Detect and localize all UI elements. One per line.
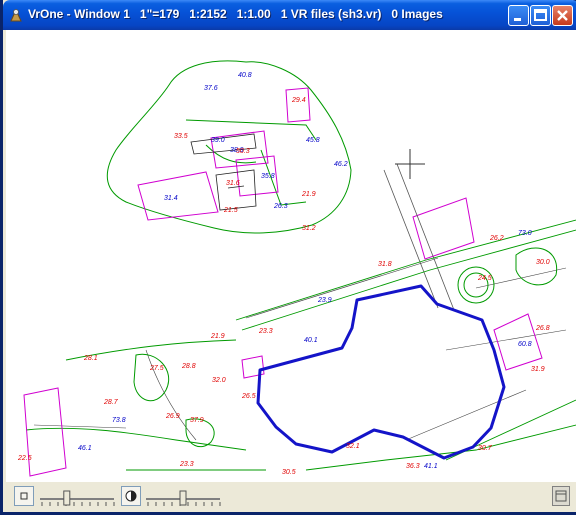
spot-height-label: 21.9 [301, 191, 316, 198]
spot-height-label: 30.5 [282, 469, 296, 476]
spot-height-label: 45.8 [306, 137, 320, 144]
spot-height-label: 28.1 [83, 355, 98, 362]
spot-height-label: 73.0 [518, 230, 532, 237]
title-bar[interactable]: VrOne - Window 1 1"=179 1:2152 1:1.00 1 … [3, 0, 576, 30]
point-mode-icon [20, 492, 28, 500]
spot-height-label: 31.9 [531, 366, 545, 373]
selected-boundary[interactable] [256, 284, 506, 460]
spot-height-label: 36.3 [406, 463, 420, 470]
minimize-button[interactable] [508, 5, 529, 26]
spot-height-label: 28.8 [181, 363, 196, 370]
spot-height-label: 40.8 [238, 72, 252, 79]
spot-height-label: 24.5 [477, 275, 492, 282]
window-title: VrOne - Window 1 1"=179 1:2152 1:1.00 1 … [28, 7, 443, 21]
contrast-icon [125, 490, 137, 502]
spot-height-label: 37.9 [190, 417, 204, 424]
window-corner-button[interactable] [552, 486, 570, 506]
spot-height-label: 46.2 [334, 161, 348, 168]
spot-height-label: 73.8 [112, 417, 126, 424]
spot-height-label: 26.5 [241, 393, 256, 400]
spot-height-label: 23.3 [258, 328, 273, 335]
spot-height-label: 30.7 [478, 445, 493, 452]
spot-height-label: 30.0 [536, 259, 550, 266]
crosshair-cursor [395, 149, 425, 179]
app-window: VrOne - Window 1 1"=179 1:2152 1:1.00 1 … [0, 0, 576, 515]
spot-height-label: 21.5 [223, 207, 238, 214]
status-bar [6, 482, 576, 512]
spot-height-label: 32.1 [346, 443, 360, 450]
spot-height-label: 41.1 [424, 463, 438, 470]
spot-height-label: 23.3 [179, 461, 194, 468]
brightness-slider[interactable] [38, 487, 116, 507]
spot-height-label: 29.4 [291, 97, 306, 104]
maximize-icon [534, 9, 547, 21]
spot-height-label: 33.5 [174, 133, 188, 140]
spot-height-label: 31.4 [164, 195, 178, 202]
spot-height-label: 23.9 [317, 297, 332, 304]
spot-height-label: 26.3 [273, 203, 288, 210]
spot-height-label: 40.1 [304, 337, 318, 344]
spot-height-label: 31.8 [378, 261, 392, 268]
minimize-icon [514, 18, 521, 21]
spot-height-label: 50.3 [236, 148, 250, 155]
spot-height-label: 27.5 [149, 365, 164, 372]
close-icon [557, 10, 568, 21]
brightness-slider-thumb[interactable] [63, 490, 71, 506]
map-drawing: 37.6 40.8 29.4 33.5 39.0 38.9 50.3 45.8 … [17, 60, 576, 477]
lower-detail-lines [33, 257, 567, 441]
spot-heights: 37.6 40.8 29.4 33.5 39.0 38.9 50.3 45.8 … [17, 72, 550, 476]
close-button[interactable] [552, 5, 573, 26]
point-mode-button[interactable] [14, 486, 34, 506]
spot-height-label: 35.8 [261, 173, 275, 180]
spot-height-label: 26.9 [165, 413, 180, 420]
map-view[interactable]: 37.6 40.8 29.4 33.5 39.0 38.9 50.3 45.8 … [6, 30, 576, 482]
vrone-app-icon[interactable] [8, 7, 24, 23]
spot-height-label: 31.2 [302, 225, 316, 232]
maximize-button[interactable] [530, 5, 551, 26]
spot-height-label: 26.2 [489, 235, 504, 242]
spot-height-label: 28.7 [103, 399, 119, 406]
spot-height-label: 46.1 [78, 445, 92, 452]
upper-structures [190, 133, 257, 211]
spot-height-label: 37.6 [204, 85, 218, 92]
spot-height-label: 21.9 [210, 333, 225, 340]
spot-height-label: 60.8 [518, 341, 532, 348]
spot-height-label: 22.5 [17, 455, 32, 462]
contrast-slider[interactable] [144, 487, 222, 507]
contrast-slider-thumb[interactable] [179, 490, 187, 506]
contrast-button[interactable] [121, 486, 141, 506]
spot-height-label: 39.0 [211, 137, 225, 144]
spot-height-label: 32.0 [212, 377, 226, 384]
spot-height-label: 26.8 [535, 325, 550, 332]
window-corner-icon [555, 490, 567, 502]
spot-height-label: 31.6 [226, 180, 240, 187]
